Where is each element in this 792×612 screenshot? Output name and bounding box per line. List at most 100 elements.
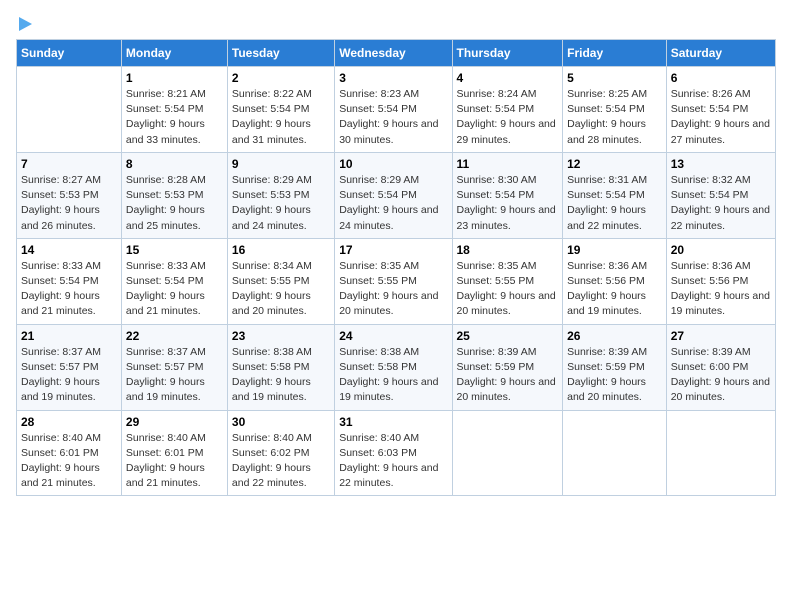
day-number: 12 [567, 157, 662, 171]
day-info: Sunrise: 8:40 AMSunset: 6:02 PMDaylight:… [232, 432, 312, 490]
day-info: Sunrise: 8:39 AMSunset: 5:59 PMDaylight:… [567, 346, 647, 404]
col-monday: Monday [121, 40, 227, 67]
day-number: 31 [339, 415, 447, 429]
day-number: 14 [21, 243, 117, 257]
table-cell: 3 Sunrise: 8:23 AMSunset: 5:54 PMDaylight… [335, 67, 452, 153]
day-info: Sunrise: 8:33 AMSunset: 5:54 PMDaylight:… [21, 260, 101, 318]
day-info: Sunrise: 8:34 AMSunset: 5:55 PMDaylight:… [232, 260, 312, 318]
day-number: 18 [457, 243, 559, 257]
table-cell: 23 Sunrise: 8:38 AMSunset: 5:58 PMDayligh… [227, 324, 334, 410]
col-tuesday: Tuesday [227, 40, 334, 67]
day-info: Sunrise: 8:29 AMSunset: 5:54 PMDaylight:… [339, 174, 438, 232]
day-number: 22 [126, 329, 223, 343]
table-cell: 31 Sunrise: 8:40 AMSunset: 6:03 PMDayligh… [335, 410, 452, 496]
day-number: 4 [457, 71, 559, 85]
col-sunday: Sunday [17, 40, 122, 67]
day-info: Sunrise: 8:31 AMSunset: 5:54 PMDaylight:… [567, 174, 647, 232]
day-info: Sunrise: 8:23 AMSunset: 5:54 PMDaylight:… [339, 88, 438, 146]
table-cell: 20 Sunrise: 8:36 AMSunset: 5:56 PMDayligh… [666, 238, 775, 324]
table-cell: 19 Sunrise: 8:36 AMSunset: 5:56 PMDayligh… [563, 238, 667, 324]
day-number: 3 [339, 71, 447, 85]
day-number: 19 [567, 243, 662, 257]
day-info: Sunrise: 8:35 AMSunset: 5:55 PMDaylight:… [339, 260, 438, 318]
day-number: 10 [339, 157, 447, 171]
table-cell: 4 Sunrise: 8:24 AMSunset: 5:54 PMDaylight… [452, 67, 563, 153]
day-info: Sunrise: 8:26 AMSunset: 5:54 PMDaylight:… [671, 88, 770, 146]
day-number: 25 [457, 329, 559, 343]
day-info: Sunrise: 8:30 AMSunset: 5:54 PMDaylight:… [457, 174, 556, 232]
table-cell [563, 410, 667, 496]
day-number: 16 [232, 243, 330, 257]
day-number: 5 [567, 71, 662, 85]
day-info: Sunrise: 8:40 AMSunset: 6:03 PMDaylight:… [339, 432, 438, 490]
table-cell: 2Sunrise: 8:22 AMSunset: 5:54 PMDaylight… [227, 67, 334, 153]
day-number: 21 [21, 329, 117, 343]
day-info: Sunrise: 8:27 AMSunset: 5:53 PMDaylight:… [21, 174, 101, 232]
day-info: Sunrise: 8:39 AMSunset: 6:00 PMDaylight:… [671, 346, 770, 404]
col-thursday: Thursday [452, 40, 563, 67]
day-number: 28 [21, 415, 117, 429]
day-info: Sunrise: 8:40 AMSunset: 6:01 PMDaylight:… [21, 432, 101, 490]
logo-arrow-icon [19, 17, 32, 31]
table-cell: 5 Sunrise: 8:25 AMSunset: 5:54 PMDaylight… [563, 67, 667, 153]
day-info: Sunrise: 8:24 AMSunset: 5:54 PMDaylight:… [457, 88, 556, 146]
day-number: 11 [457, 157, 559, 171]
day-number: 9 [232, 157, 330, 171]
day-number: 13 [671, 157, 771, 171]
day-info: Sunrise: 8:32 AMSunset: 5:54 PMDaylight:… [671, 174, 770, 232]
day-info: Sunrise: 8:37 AMSunset: 5:57 PMDaylight:… [126, 346, 206, 404]
table-cell: 6 Sunrise: 8:26 AMSunset: 5:54 PMDaylight… [666, 67, 775, 153]
logo [16, 16, 32, 31]
day-number: 26 [567, 329, 662, 343]
day-info: Sunrise: 8:22 AMSunset: 5:54 PMDaylight:… [232, 88, 312, 146]
table-cell: 24Sunrise: 8:38 AMSunset: 5:58 PMDayligh… [335, 324, 452, 410]
day-number: 17 [339, 243, 447, 257]
table-cell: 1Sunrise: 8:21 AMSunset: 5:54 PMDaylight… [121, 67, 227, 153]
day-info: Sunrise: 8:33 AMSunset: 5:54 PMDaylight:… [126, 260, 206, 318]
day-info: Sunrise: 8:28 AMSunset: 5:53 PMDaylight:… [126, 174, 206, 232]
table-cell: 16 Sunrise: 8:34 AMSunset: 5:55 PMDayligh… [227, 238, 334, 324]
day-info: Sunrise: 8:39 AMSunset: 5:59 PMDaylight:… [457, 346, 556, 404]
day-info: Sunrise: 8:29 AMSunset: 5:53 PMDaylight:… [232, 174, 312, 232]
table-cell: 25 Sunrise: 8:39 AMSunset: 5:59 PMDayligh… [452, 324, 563, 410]
table-cell [452, 410, 563, 496]
day-info: Sunrise: 8:40 AMSunset: 6:01 PMDaylight:… [126, 432, 206, 490]
table-cell: 10 Sunrise: 8:29 AMSunset: 5:54 PMDayligh… [335, 152, 452, 238]
table-cell: 27 Sunrise: 8:39 AMSunset: 6:00 PMDayligh… [666, 324, 775, 410]
day-info: Sunrise: 8:36 AMSunset: 5:56 PMDaylight:… [567, 260, 647, 318]
table-cell [666, 410, 775, 496]
table-cell: 26 Sunrise: 8:39 AMSunset: 5:59 PMDayligh… [563, 324, 667, 410]
day-number: 20 [671, 243, 771, 257]
table-cell: 7 Sunrise: 8:27 AMSunset: 5:53 PMDaylight… [17, 152, 122, 238]
table-cell: 21 Sunrise: 8:37 AMSunset: 5:57 PMDayligh… [17, 324, 122, 410]
table-cell: 18 Sunrise: 8:35 AMSunset: 5:55 PMDayligh… [452, 238, 563, 324]
col-wednesday: Wednesday [335, 40, 452, 67]
day-info: Sunrise: 8:38 AMSunset: 5:58 PMDaylight:… [339, 346, 438, 404]
day-number: 8 [126, 157, 223, 171]
day-number: 6 [671, 71, 771, 85]
table-cell: 14 Sunrise: 8:33 AMSunset: 5:54 PMDayligh… [17, 238, 122, 324]
day-info: Sunrise: 8:36 AMSunset: 5:56 PMDaylight:… [671, 260, 770, 318]
calendar-table: Sunday Monday Tuesday Wednesday Thursday… [16, 39, 776, 496]
table-cell: 13 Sunrise: 8:32 AMSunset: 5:54 PMDayligh… [666, 152, 775, 238]
day-info: Sunrise: 8:38 AMSunset: 5:58 PMDaylight:… [232, 346, 312, 404]
table-cell: 17 Sunrise: 8:35 AMSunset: 5:55 PMDayligh… [335, 238, 452, 324]
table-cell: 8 Sunrise: 8:28 AMSunset: 5:53 PMDaylight… [121, 152, 227, 238]
day-info: Sunrise: 8:25 AMSunset: 5:54 PMDaylight:… [567, 88, 647, 146]
table-cell: 30 Sunrise: 8:40 AMSunset: 6:02 PMDayligh… [227, 410, 334, 496]
table-cell: 11 Sunrise: 8:30 AMSunset: 5:54 PMDayligh… [452, 152, 563, 238]
table-cell: 15 Sunrise: 8:33 AMSunset: 5:54 PMDayligh… [121, 238, 227, 324]
day-number: 15 [126, 243, 223, 257]
table-cell: 22 Sunrise: 8:37 AMSunset: 5:57 PMDayligh… [121, 324, 227, 410]
day-info: Sunrise: 8:21 AMSunset: 5:54 PMDaylight:… [126, 88, 206, 146]
col-friday: Friday [563, 40, 667, 67]
day-info: Sunrise: 8:35 AMSunset: 5:55 PMDaylight:… [457, 260, 556, 318]
table-cell: 12 Sunrise: 8:31 AMSunset: 5:54 PMDayligh… [563, 152, 667, 238]
table-cell [17, 67, 122, 153]
day-info: Sunrise: 8:37 AMSunset: 5:57 PMDaylight:… [21, 346, 101, 404]
day-number: 7 [21, 157, 117, 171]
day-number: 30 [232, 415, 330, 429]
day-number: 27 [671, 329, 771, 343]
table-cell: 29Sunrise: 8:40 AMSunset: 6:01 PMDayligh… [121, 410, 227, 496]
day-number: 23 [232, 329, 330, 343]
